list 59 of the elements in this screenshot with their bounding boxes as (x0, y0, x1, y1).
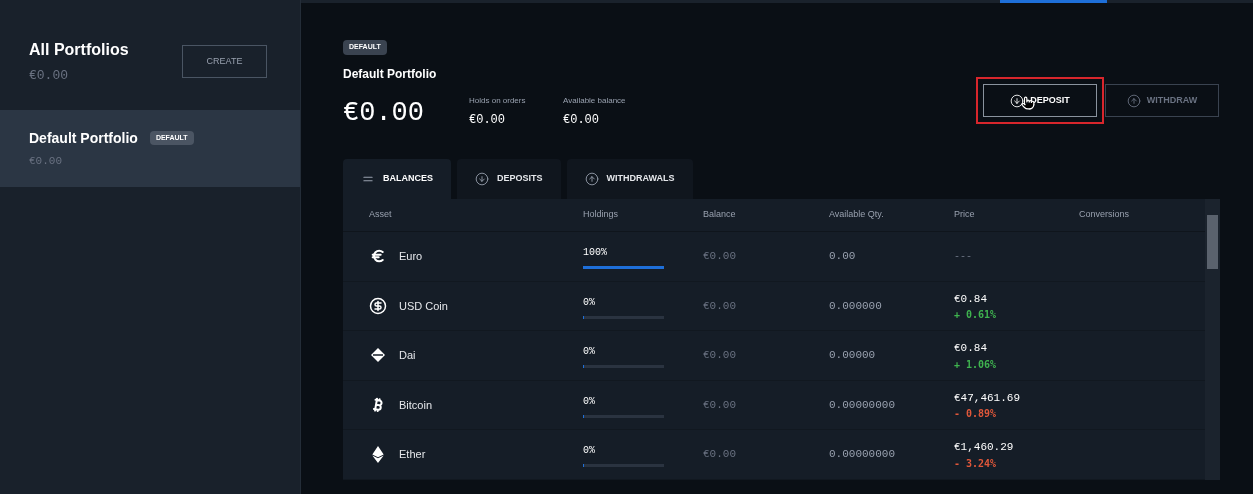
price-value: €0.84 (954, 291, 987, 307)
sidebar-title: All Portfolios (29, 40, 129, 60)
price-change: + 1.06% (954, 358, 997, 371)
diamond-icon (370, 347, 386, 364)
available-qty: 0.00000000 (829, 397, 896, 413)
arrow-up-circle-icon (1126, 93, 1141, 108)
stat-value: €0.00 (563, 111, 600, 129)
tab[interactable]: DEPOSITS (457, 159, 561, 199)
holdings-percent: 0% (583, 444, 595, 459)
sidebar-total: €0.00 (29, 67, 69, 85)
available-qty: 0.00 (829, 249, 857, 264)
balance-value: €0.00 (703, 447, 737, 462)
holdings-percent: 0% (583, 295, 595, 310)
available-qty: 0.00000000 (829, 447, 896, 462)
price-change: - 3.24% (954, 457, 997, 470)
portfolio-total: €0.00 (343, 96, 425, 130)
create-button[interactable]: CREATE (182, 45, 267, 79)
balance-value: €0.00 (703, 298, 737, 314)
asset-name: Ether (399, 447, 426, 462)
price-change: + 0.61% (954, 309, 997, 321)
available-qty: 0.000000 (829, 298, 883, 314)
column-header: Holdings (583, 208, 620, 222)
column-header: Asset (369, 208, 393, 222)
column-header: Conversions (1079, 208, 1131, 222)
holdings-percent: 0% (583, 394, 595, 409)
tab[interactable]: WITHDRAWALS (566, 159, 693, 199)
portfolio-value: €0.00 (29, 153, 63, 169)
withdraw-button[interactable]: WITHDRAW (1105, 84, 1219, 117)
balance-value: €0.00 (703, 348, 737, 363)
holdings-percent: 0% (583, 345, 595, 360)
tab[interactable]: BALANCES (343, 159, 451, 199)
asset-name: Dai (399, 348, 416, 363)
stat-label: Available balance (563, 94, 627, 107)
deposit-button[interactable]: DEPOSIT (983, 84, 1097, 117)
arrow-down-circle-icon (1010, 93, 1025, 108)
asset-name: USD Coin (399, 298, 448, 314)
balance-value: €0.00 (703, 249, 737, 264)
portfolio-title: Default Portfolio (343, 65, 438, 83)
arrow-down-circle-icon (475, 172, 489, 186)
balance-value: €0.00 (703, 397, 737, 413)
price-change: - 0.89% (954, 408, 997, 420)
portfolio-name: Default Portfolio (29, 128, 138, 148)
asset-name: Euro (399, 249, 423, 264)
available-qty: 0.00000 (829, 348, 877, 363)
arrow-up-circle-icon (584, 172, 599, 186)
price-value: --- (954, 249, 972, 264)
euro-icon (370, 248, 386, 265)
column-header: Balance (703, 208, 737, 222)
column-header: Price (954, 208, 976, 222)
price-value: €0.84 (954, 341, 987, 356)
diamond-icon (372, 445, 384, 463)
dollar-coin-icon (369, 296, 387, 315)
stat-value: €0.00 (469, 111, 506, 129)
asset-name: Bitcoin (399, 397, 433, 413)
holdings-percent: 100% (583, 246, 607, 261)
column-header: Available Qty. (829, 208, 885, 222)
stat-label: Holds on orders (469, 94, 527, 107)
price-value: €47,461.69 (954, 390, 1020, 406)
price-value: €1,460.29 (954, 440, 1014, 455)
